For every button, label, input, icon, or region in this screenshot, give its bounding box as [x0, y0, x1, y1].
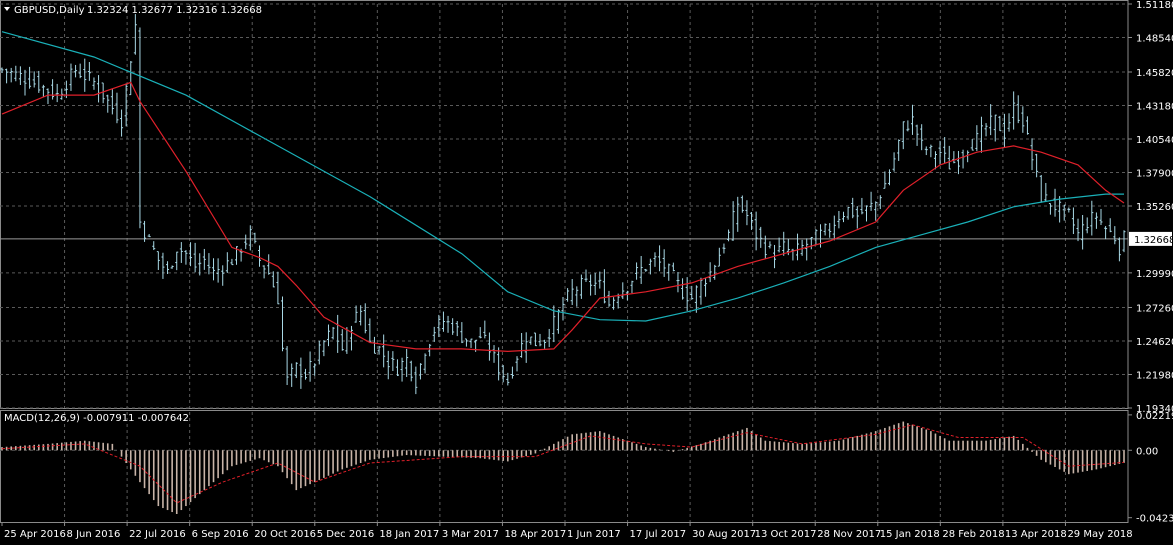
x-tick-label: 3 Mar 2017 — [442, 529, 499, 540]
x-tick-label: 6 Sep 2016 — [192, 529, 249, 540]
x-tick-label: 17 Jul 2017 — [630, 529, 687, 540]
y-tick-label: 1.29990 — [1136, 269, 1173, 280]
y-tick-label: 1.48540 — [1136, 33, 1173, 44]
x-tick-label: 18 Jan 2017 — [379, 529, 439, 540]
x-tick-label: 25 Apr 2016 — [4, 529, 66, 540]
macd-y-tick-label: 0.02219 — [1136, 411, 1173, 422]
x-tick-label: 22 Jul 2016 — [129, 529, 186, 540]
x-tick-label: 13 Apr 2018 — [1005, 529, 1067, 540]
y-tick-label: 1.24620 — [1136, 337, 1173, 348]
x-tick-label: 20 Oct 2016 — [254, 529, 316, 540]
macd-y-tick-label: -0.042301 — [1136, 514, 1173, 525]
y-tick-label: 1.45820 — [1136, 68, 1173, 79]
macd-label: MACD(12,26,9) -0.007911 -0.007642 — [4, 413, 189, 424]
current-price-label: 1.32668 — [1134, 235, 1173, 246]
y-tick-label: 1.43180 — [1136, 102, 1173, 113]
y-tick-label: 1.40540 — [1136, 135, 1173, 146]
y-tick-label: 1.51180 — [1136, 0, 1173, 11]
x-tick-label: 18 Apr 2017 — [504, 529, 566, 540]
x-tick-label: 15 Jan 2018 — [880, 529, 940, 540]
y-tick-label: 1.27260 — [1136, 304, 1173, 315]
x-tick-label: 30 Aug 2017 — [692, 529, 756, 540]
ohlc-values: 1.32324 1.32677 1.32316 1.32668 — [87, 5, 262, 16]
x-tick-label: 13 Oct 2017 — [755, 529, 817, 540]
chart-header: GBPUSD,Daily 1.32324 1.32677 1.32316 1.3… — [4, 5, 262, 16]
x-tick-label: 1 Jun 2017 — [567, 529, 621, 540]
symbol-label: GBPUSD,Daily — [14, 5, 85, 16]
y-tick-label: 1.35260 — [1136, 202, 1173, 213]
x-tick-label: 28 Feb 2018 — [942, 529, 1004, 540]
chart-canvas: 1.51180 1.48540 1.45820 1.43180 1.40540 1.379… — [0, 0, 1173, 545]
x-tick-label: 28 Nov 2017 — [817, 529, 881, 540]
macd-y-tick-label: 0.00 — [1136, 446, 1158, 457]
y-tick-label: 1.37900 — [1136, 169, 1173, 180]
x-tick-label: 8 Jun 2016 — [67, 529, 121, 540]
x-tick-label: 5 Dec 2016 — [317, 529, 375, 540]
y-tick-label: 1.21980 — [1136, 371, 1173, 382]
x-tick-label: 29 May 2018 — [1067, 529, 1132, 540]
